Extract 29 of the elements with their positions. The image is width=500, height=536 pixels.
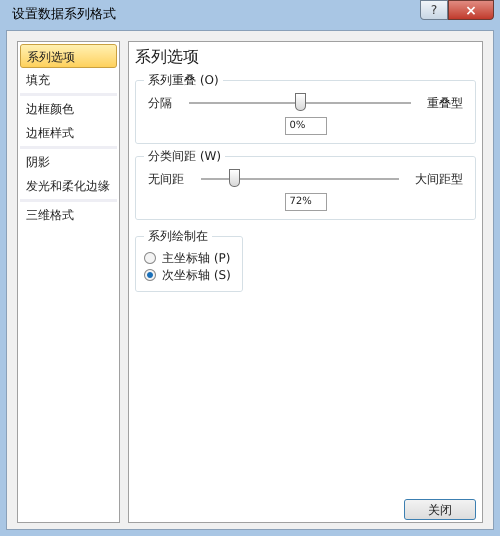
close-button[interactable]: ×: [448, 0, 494, 20]
category-item[interactable]: 边框颜色: [20, 97, 117, 121]
radio-button[interactable]: [144, 268, 156, 280]
slider-min-label: 无间距: [148, 171, 184, 188]
window-title: 设置数据系列格式: [12, 6, 116, 24]
category-item[interactable]: 填充: [20, 68, 117, 92]
slider-max-label: 大间距型: [415, 171, 463, 188]
category-item[interactable]: 系列选项: [20, 44, 117, 68]
category-item[interactable]: 发光和柔化边缘: [20, 174, 117, 198]
slider-thumb[interactable]: [229, 169, 240, 187]
value-field[interactable]: 0%: [284, 117, 326, 135]
slider-min-label: 分隔: [148, 95, 172, 112]
slider[interactable]: [188, 93, 410, 113]
slider-thumb[interactable]: [294, 93, 306, 111]
group-label: 分类间距 (W): [144, 148, 226, 164]
category-item[interactable]: 边框样式: [20, 121, 117, 145]
panel-title: 系列选项: [135, 46, 200, 68]
close-dialog-button[interactable]: 关闭: [404, 499, 476, 520]
radio-label: 次坐标轴 (S): [162, 266, 231, 284]
radio-label: 主坐标轴 (P): [162, 250, 230, 266]
group-label: 系列重叠 (O): [144, 72, 223, 88]
category-item[interactable]: 阴影: [20, 150, 117, 174]
slider[interactable]: [200, 169, 398, 189]
value-field[interactable]: 72%: [284, 193, 326, 211]
slider-max-label: 重叠型: [427, 95, 463, 112]
group-label: 系列绘制在: [144, 228, 212, 244]
radio-button[interactable]: [144, 252, 156, 264]
category-item[interactable]: 三维格式: [20, 203, 117, 227]
help-button[interactable]: ?: [420, 0, 448, 20]
